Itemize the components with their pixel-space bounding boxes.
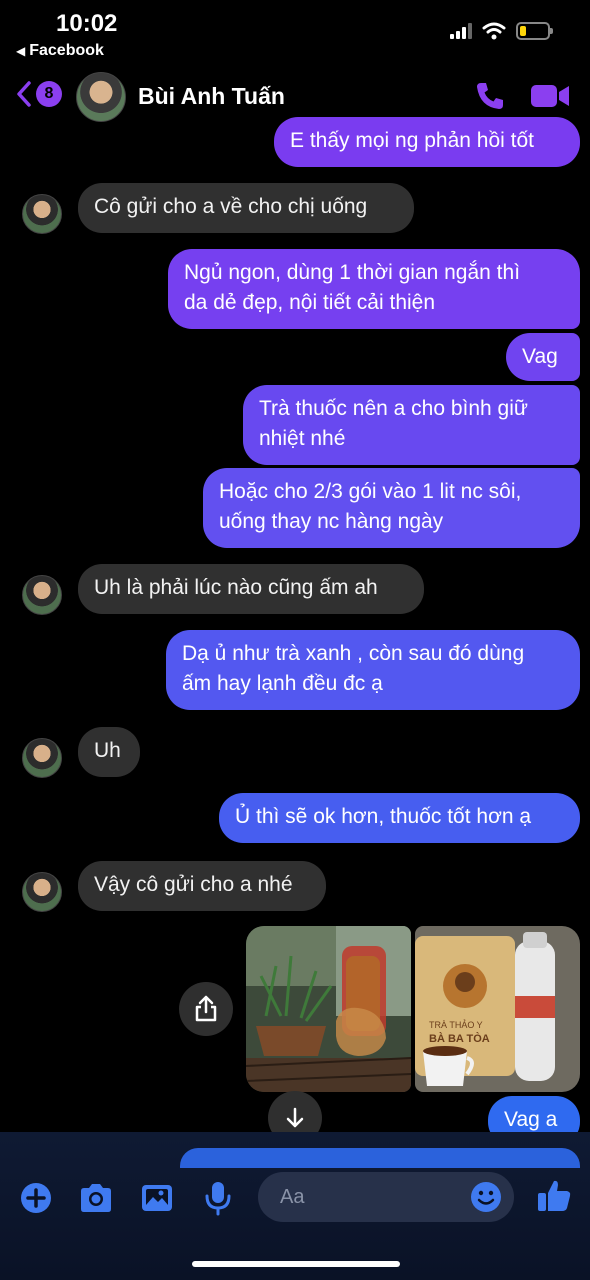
message-bubble-outgoing[interactable]: Hoặc cho 2/3 gói vào 1 lit nc sôi, uống … [203, 468, 580, 548]
message-input-placeholder: Aa [280, 1185, 305, 1208]
emoji-icon[interactable] [470, 1181, 502, 1213]
back-triangle-icon: ◀ [16, 44, 26, 58]
cellular-signal-icon [450, 23, 472, 39]
unread-badge: 8 [36, 81, 62, 107]
message-bubble-incoming[interactable]: Vậy cô gửi cho a nhé [78, 861, 326, 911]
camera-icon[interactable] [78, 1183, 114, 1213]
sender-avatar [22, 872, 62, 912]
photo-attachment[interactable]: TRÀ THẢO Y BÀ BA TÒA [415, 926, 580, 1092]
contact-avatar[interactable] [76, 72, 126, 122]
back-to-app-link[interactable]: ◀ Facebook [16, 42, 104, 60]
message-bubble-outgoing[interactable]: Ủ thì sẽ ok hơn, thuốc tốt hơn ạ [219, 793, 580, 843]
sender-avatar [22, 575, 62, 615]
microphone-icon[interactable] [204, 1180, 232, 1216]
status-time: 10:02 [56, 10, 118, 37]
sender-avatar [22, 194, 62, 234]
thumbs-up-icon[interactable] [536, 1178, 572, 1214]
message-bubble-outgoing[interactable]: Trà thuốc nên a cho bình giữ nhiệt nhé [243, 385, 580, 465]
contact-name[interactable]: Bùi Anh Tuấn [138, 83, 285, 110]
gallery-icon[interactable] [140, 1183, 174, 1213]
share-button[interactable] [179, 982, 233, 1036]
package-label-line2: BÀ BA TÒA [429, 1032, 490, 1045]
video-call-icon[interactable] [530, 82, 570, 110]
message-input[interactable]: Aa [258, 1172, 514, 1222]
message-bubble-outgoing[interactable]: Vag [506, 333, 580, 381]
package-label-line1: TRÀ THẢO Y [429, 1019, 483, 1030]
tea-package-photo: TRÀ THẢO Y BÀ BA TÒA [415, 926, 580, 1092]
share-icon [195, 995, 217, 1022]
back-button[interactable]: 8 [16, 80, 62, 108]
message-bubble-outgoing[interactable]: Dạ ủ như trà xanh , còn sau đó dùng ấm h… [166, 630, 580, 710]
home-indicator [192, 1261, 400, 1267]
sender-avatar [22, 738, 62, 778]
tea-table-photo [246, 926, 411, 1092]
wifi-icon [482, 22, 506, 40]
arrow-down-icon [286, 1107, 304, 1128]
message-bubble-outgoing[interactable]: Ngủ ngon, dùng 1 thời gian ngắn thì da d… [168, 249, 580, 329]
message-bubble-incoming[interactable]: Uh [78, 727, 140, 777]
message-bubble-incoming[interactable]: Uh là phải lúc nào cũng ấm ah [78, 564, 424, 614]
plus-icon[interactable] [20, 1182, 52, 1214]
message-bubble-incoming[interactable]: Cô gửi cho a về cho chị uống [78, 183, 414, 233]
partial-message-bubble [180, 1148, 580, 1168]
message-bubble-outgoing[interactable]: E thấy mọi ng phản hồi tốt [274, 117, 580, 167]
photo-attachment[interactable] [246, 926, 411, 1092]
phone-call-icon[interactable] [474, 80, 506, 112]
back-app-label: Facebook [29, 42, 104, 59]
chevron-left-icon [17, 81, 31, 107]
battery-icon [516, 22, 553, 40]
status-icons [450, 22, 553, 40]
